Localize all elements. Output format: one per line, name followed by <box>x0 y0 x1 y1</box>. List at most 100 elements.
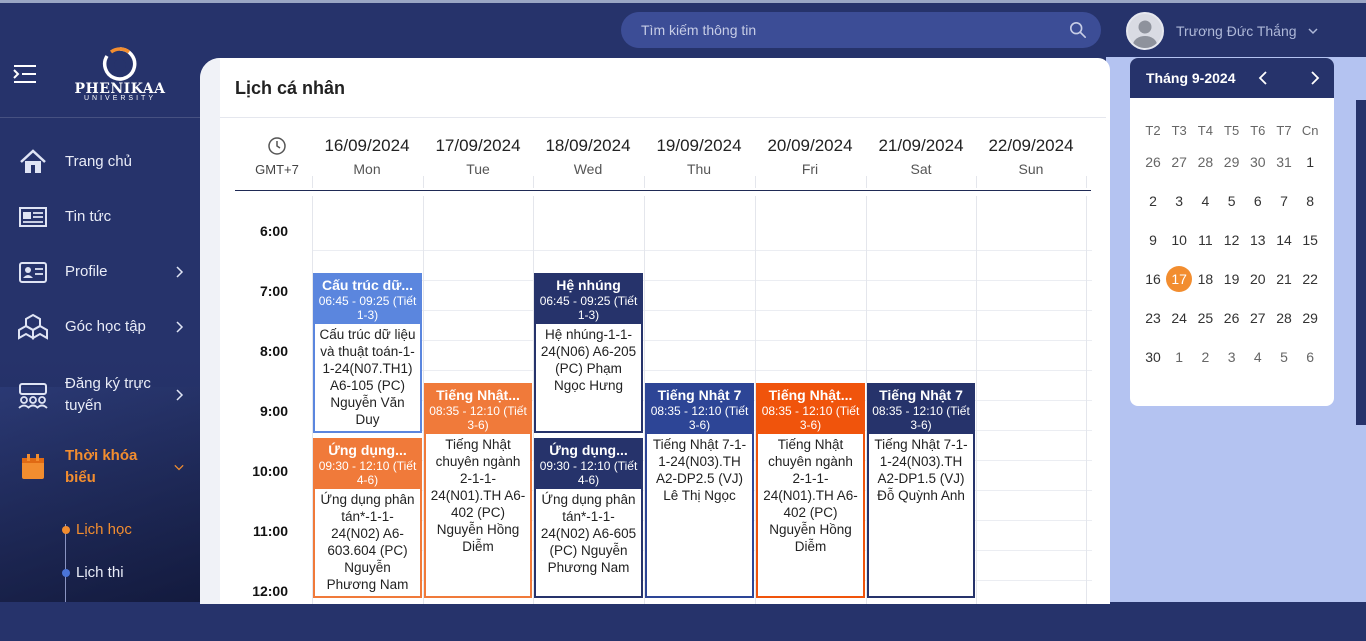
event-details: Ứng dụng phân tán*-1-1-24(N02) A6-603.60… <box>320 492 415 592</box>
calendar-date[interactable]: 7 <box>1271 188 1297 214</box>
calendar-date[interactable]: 15 <box>1297 227 1323 253</box>
schedule-event[interactable]: Tiếng Nhật... 08:35 - 12:10 (Tiết 3-6) Tiế… <box>756 382 865 599</box>
day-header[interactable]: 17/09/2024 Tue <box>423 136 533 177</box>
schedule-event[interactable]: Hệ nhúng 06:45 - 09:25 (Tiết 1-3) Hệ nhúng… <box>534 273 643 434</box>
schedule-event[interactable]: Tiếng Nhật... 08:35 - 12:10 (Tiết 3-6) Tiế… <box>424 382 532 599</box>
day-date: 21/09/2024 <box>878 136 964 155</box>
sidebar-item-timetable[interactable]: Thời khóa biểu <box>0 444 205 490</box>
event-header: Ứng dụng... 09:30 - 12:10 (Tiết 4-6) <box>536 440 641 489</box>
submenu-item-class-schedule[interactable]: Lịch học <box>62 521 132 538</box>
calendar-date[interactable]: 1 <box>1297 149 1323 175</box>
search-icon[interactable] <box>1069 21 1087 39</box>
today-date[interactable]: 17 <box>1166 266 1193 292</box>
calendar-date[interactable]: 29 <box>1219 149 1245 175</box>
day-header[interactable]: 18/09/2024 Wed <box>533 136 643 177</box>
calendar-date[interactable]: 25 <box>1192 305 1218 331</box>
calendar-date[interactable]: 6 <box>1297 344 1323 370</box>
header-divider <box>866 176 867 188</box>
calendar-date[interactable]: 4 <box>1192 188 1218 214</box>
event-header: Tiếng Nhật 7 08:35 - 12:10 (Tiết 3-6) <box>647 384 752 434</box>
weekday-header: T6 <box>1250 123 1266 138</box>
weekday-header: T5 <box>1224 123 1240 138</box>
submenu-label: Lịch học <box>76 521 132 538</box>
grid-line <box>312 340 1092 341</box>
grid-line <box>312 310 1092 311</box>
day-header[interactable]: 20/09/2024 Fri <box>755 136 865 177</box>
schedule-event[interactable]: Tiếng Nhật 7 08:35 - 12:10 (Tiết 3-6) Tiến… <box>645 382 754 599</box>
calendar-date[interactable]: 1 <box>1166 344 1192 370</box>
calendar-date[interactable]: 2 <box>1192 344 1218 370</box>
sidebar-item-label: Thời khóa biểu <box>65 447 138 486</box>
hour-label: 12:00 <box>252 583 288 599</box>
calendar-date[interactable]: 10 <box>1166 227 1192 253</box>
event-title: Tiếng Nhật... <box>436 386 520 403</box>
calendar-date[interactable]: 19 <box>1219 266 1245 292</box>
search-box[interactable] <box>621 12 1101 48</box>
calendar-date[interactable]: 26 <box>1219 305 1245 331</box>
sidebar-item-profile[interactable]: Profile <box>0 252 205 292</box>
page-scrollbar[interactable] <box>1356 100 1366 425</box>
calendar-date[interactable]: 14 <box>1271 227 1297 253</box>
sidebar-item-online-registration[interactable]: Đăng ký trực tuyến <box>0 372 205 418</box>
search-input[interactable] <box>641 12 1061 48</box>
calendar-date[interactable]: 20 <box>1245 266 1271 292</box>
calendar-date[interactable]: 11 <box>1192 227 1218 253</box>
menu-toggle-icon[interactable] <box>12 63 38 85</box>
calendar-date[interactable]: 24 <box>1166 305 1192 331</box>
calendar-date[interactable]: 28 <box>1192 149 1218 175</box>
calendar-date[interactable]: 3 <box>1166 188 1192 214</box>
calendar-date[interactable]: 28 <box>1271 305 1297 331</box>
calendar-date[interactable]: 22 <box>1297 266 1323 292</box>
calendar-date[interactable]: 27 <box>1166 149 1192 175</box>
hour-label: 11:00 <box>252 523 288 539</box>
schedule-event[interactable]: Ứng dụng... 09:30 - 12:10 (Tiết 4-6) Ứng d… <box>313 438 422 599</box>
calendar-date[interactable]: 16 <box>1140 266 1166 292</box>
sidebar-divider <box>0 117 205 118</box>
sidebar-item-home[interactable]: Trang chủ <box>0 142 205 182</box>
hour-label: 8:00 <box>259 343 288 359</box>
submenu-item-exam-schedule[interactable]: Lịch thi <box>62 564 124 581</box>
calendar-date[interactable]: 27 <box>1245 305 1271 331</box>
calendar-date[interactable]: 8 <box>1297 188 1323 214</box>
chevron-left-icon[interactable] <box>1256 70 1270 86</box>
calendar-date[interactable]: 6 <box>1245 188 1271 214</box>
event-header: Tiếng Nhật 7 08:35 - 12:10 (Tiết 3-6) <box>869 384 973 434</box>
calendar-date[interactable]: 29 <box>1297 305 1323 331</box>
calendar-date[interactable]: 12 <box>1219 227 1245 253</box>
sidebar-item-study-corner[interactable]: Góc học tập <box>0 307 205 347</box>
calendar-date[interactable]: 13 <box>1245 227 1271 253</box>
profile-icon <box>19 262 47 283</box>
day-header[interactable]: 22/09/2024 Sun <box>976 136 1086 177</box>
weekday-header: Cn <box>1301 123 1319 138</box>
university-logo[interactable]: PHENIKAA UNIVERSITY <box>68 45 172 115</box>
event-details: Tiếng Nhật chuyên ngành 2-1-1-24(N01).TH… <box>430 436 526 554</box>
calendar-date[interactable]: 26 <box>1140 149 1166 175</box>
calendar-date[interactable]: 2 <box>1140 188 1166 214</box>
day-weekday: Wed <box>573 161 603 177</box>
calendar-icon <box>22 454 44 479</box>
chevron-right-icon[interactable] <box>1308 70 1322 86</box>
event-title: Ứng dụng... <box>328 442 407 458</box>
schedule-event[interactable]: Ứng dụng... 09:30 - 12:10 (Tiết 4-6) Ứng d… <box>534 438 643 599</box>
user-menu[interactable]: Trương Đức Thắng <box>1126 11 1319 51</box>
calendar-date[interactable]: 23 <box>1140 305 1166 331</box>
schedule-event[interactable]: Cấu trúc dữ... 06:45 - 09:25 (Tiết 1-3) Cấ… <box>313 273 422 434</box>
schedule-event[interactable]: Tiếng Nhật 7 08:35 - 12:10 (Tiết 3-6) Tiến… <box>867 382 975 599</box>
sidebar-item-news[interactable]: Tin tức <box>0 197 205 237</box>
calendar-date[interactable]: 21 <box>1271 266 1297 292</box>
day-date: 22/09/2024 <box>988 136 1074 155</box>
chevron-right-icon <box>176 321 184 333</box>
calendar-date[interactable]: 3 <box>1219 344 1245 370</box>
day-header[interactable]: 21/09/2024 Sat <box>866 136 976 177</box>
calendar-date[interactable]: 30 <box>1140 344 1166 370</box>
calendar-date[interactable]: 9 <box>1140 227 1166 253</box>
calendar-date[interactable]: 5 <box>1271 344 1297 370</box>
calendar-date[interactable]: 18 <box>1192 266 1218 292</box>
calendar-date[interactable]: 31 <box>1271 149 1297 175</box>
logo-mark-icon <box>101 45 139 83</box>
calendar-date[interactable]: 30 <box>1245 149 1271 175</box>
day-header[interactable]: 19/09/2024 Thu <box>644 136 754 177</box>
calendar-date[interactable]: 5 <box>1219 188 1245 214</box>
calendar-date[interactable]: 4 <box>1245 344 1271 370</box>
day-header[interactable]: 16/09/2024 Mon <box>312 136 422 177</box>
